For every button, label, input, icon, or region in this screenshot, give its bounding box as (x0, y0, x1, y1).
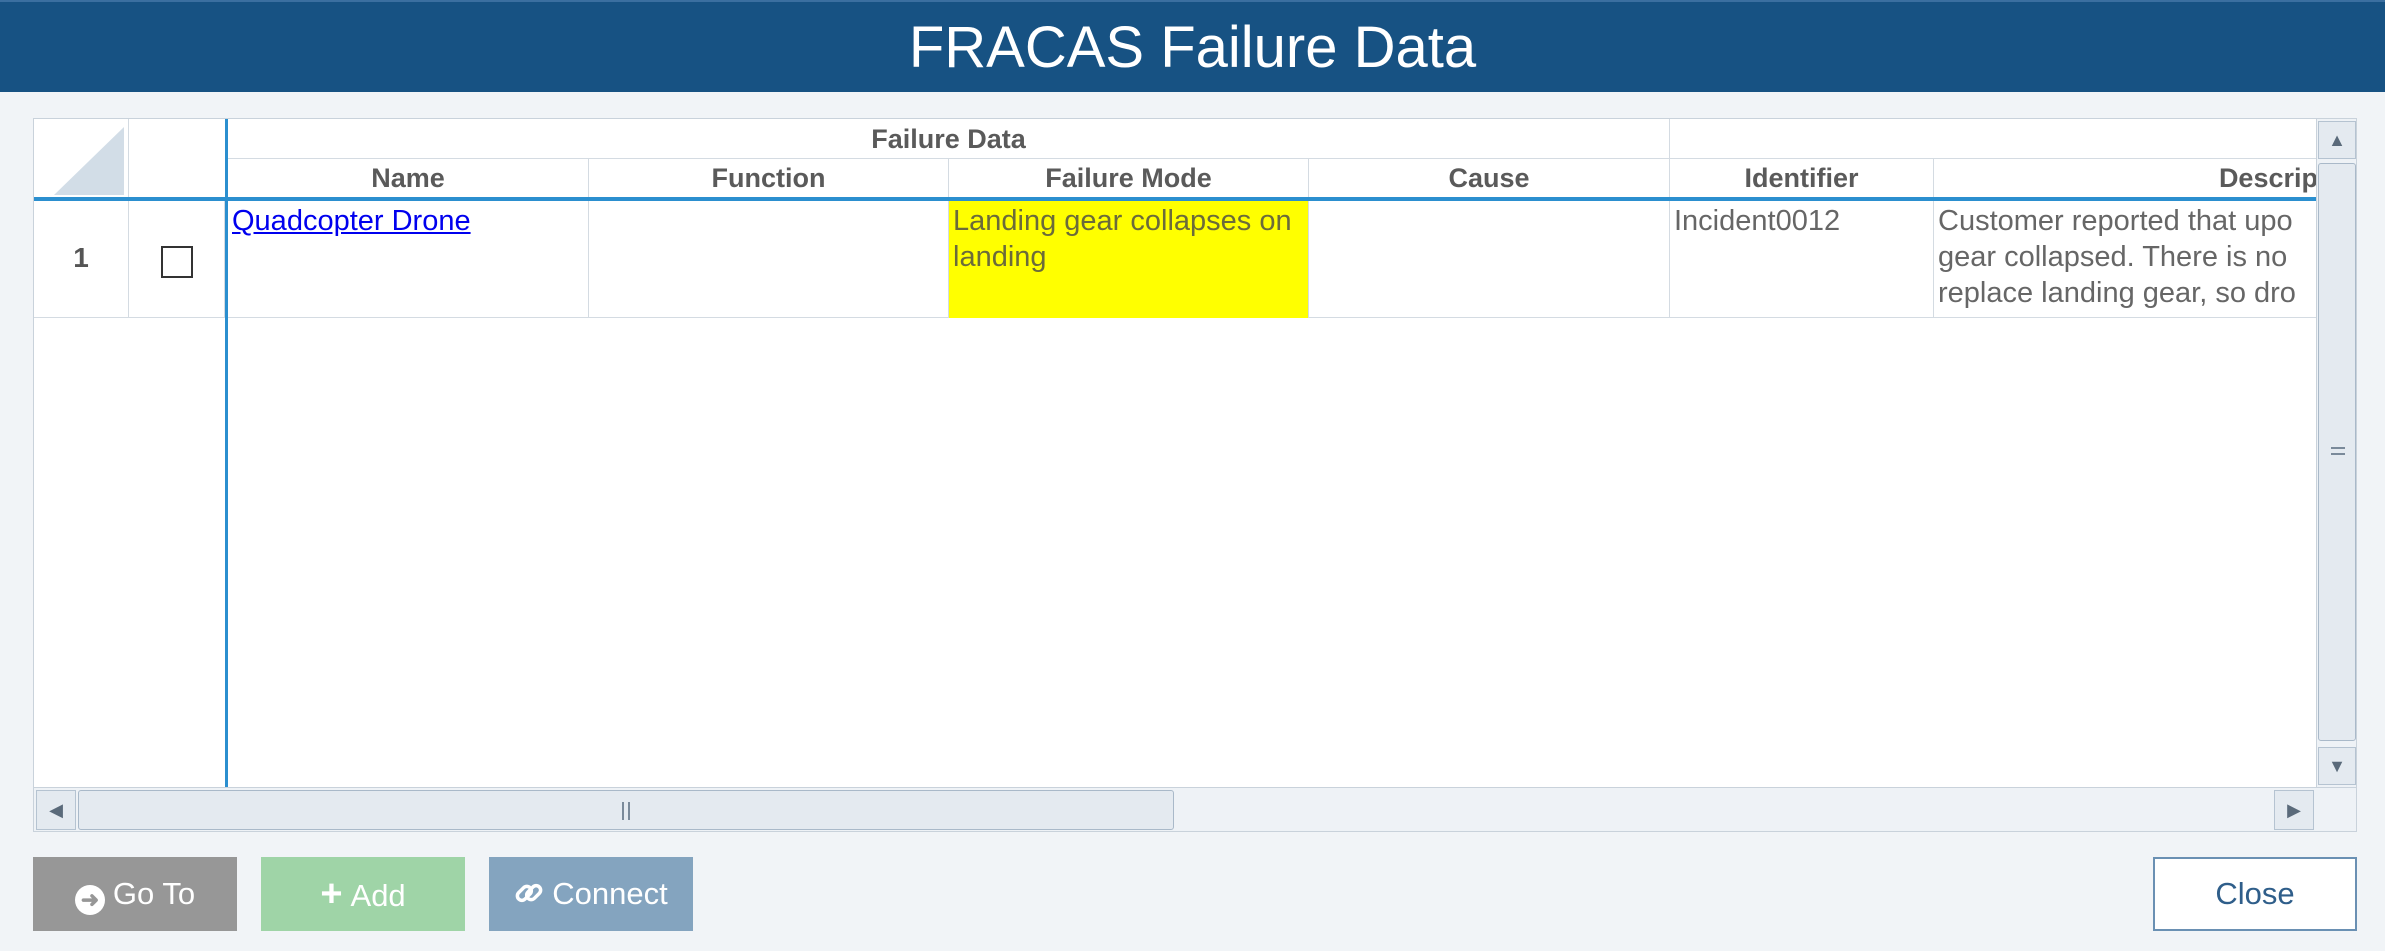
vertical-scrollbar[interactable]: ▲ ▼ (2316, 119, 2356, 789)
cause-cell[interactable] (1309, 201, 1670, 318)
select-all-corner[interactable] (34, 119, 129, 198)
group-header-failure-data: Failure Data (228, 119, 1670, 159)
horizontal-scrollbar[interactable]: ◀ ▶ (34, 787, 2356, 831)
column-header-function[interactable]: Function (589, 159, 949, 198)
grip-icon (622, 802, 630, 820)
triangle-down-icon: ▼ (2328, 756, 2346, 776)
row-checkbox-cell (129, 201, 225, 318)
description-line: gear collapsed. There is no (1938, 241, 2288, 273)
group-header-row: Failure Data (228, 119, 2316, 159)
failure-mode-cell[interactable]: Landing gear collapses on landing (949, 201, 1309, 318)
column-header-description[interactable]: Descrip (1934, 159, 2318, 198)
identifier-cell[interactable]: Incident0012 (1670, 201, 1934, 318)
description-cell[interactable]: Customer reported that upo gear collapse… (1934, 201, 2318, 318)
vertical-scroll-thumb[interactable] (2318, 163, 2356, 741)
scroll-down-button[interactable]: ▼ (2318, 747, 2356, 785)
row-number: 1 (34, 201, 129, 318)
column-header-identifier[interactable]: Identifier (1670, 159, 1934, 198)
description-line: Customer reported that upo (1938, 205, 2293, 237)
link-icon (514, 857, 544, 931)
checkbox-column-header (129, 119, 225, 198)
grip-icon (2331, 447, 2345, 455)
column-header-row: Name Function Failure Mode Cause Identif… (228, 159, 2318, 198)
go-to-button[interactable]: ➜ Go To (33, 857, 237, 931)
failure-data-grid: Failure Data Name Function Failure Mode … (33, 118, 2357, 832)
add-label: Add (350, 878, 406, 913)
connect-label: Connect (552, 876, 668, 911)
scroll-right-button[interactable]: ▶ (2274, 790, 2314, 830)
connect-button[interactable]: Connect (489, 857, 693, 931)
triangle-right-icon: ▶ (2287, 800, 2301, 820)
go-to-label: Go To (112, 876, 196, 911)
close-label: Close (2215, 876, 2295, 911)
column-header-cause[interactable]: Cause (1309, 159, 1670, 198)
column-header-failure-mode[interactable]: Failure Mode (949, 159, 1309, 198)
close-button[interactable]: Close (2153, 857, 2357, 931)
description-line: replace landing gear, so dro (1938, 277, 2296, 309)
table-row[interactable]: 1 Quadcopter Drone Landing gear collapse… (34, 201, 2318, 318)
plus-icon: + (320, 873, 343, 915)
frozen-column-divider (225, 119, 228, 789)
row-checkbox[interactable] (161, 246, 193, 278)
window-title: FRACAS Failure Data (908, 15, 1477, 80)
add-button[interactable]: + Add (261, 857, 465, 931)
triangle-up-icon: ▲ (2328, 130, 2346, 150)
function-cell[interactable] (589, 201, 949, 318)
column-header-name[interactable]: Name (228, 159, 589, 198)
title-bar: FRACAS Failure Data (0, 0, 2385, 92)
scroll-up-button[interactable]: ▲ (2318, 121, 2356, 159)
triangle-left-icon: ◀ (49, 800, 63, 820)
scroll-left-button[interactable]: ◀ (36, 790, 76, 830)
name-cell: Quadcopter Drone (228, 201, 589, 318)
horizontal-scroll-thumb[interactable] (78, 790, 1174, 830)
arrow-circle-right-icon: ➜ (74, 885, 105, 915)
name-link[interactable]: Quadcopter Drone (232, 205, 471, 237)
